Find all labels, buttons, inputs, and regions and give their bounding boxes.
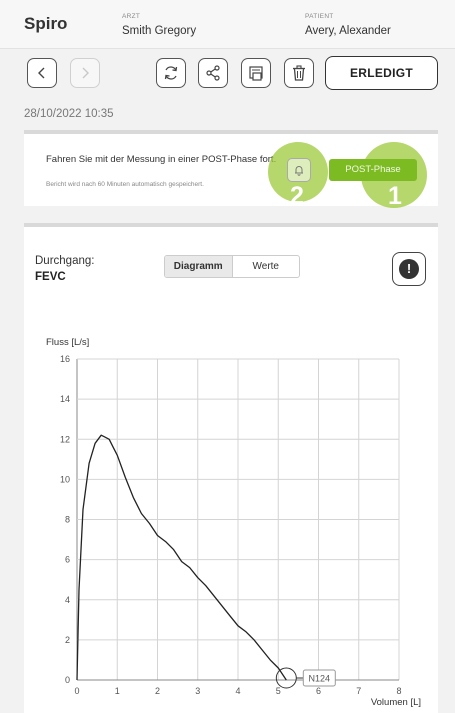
y-tick-label: 12	[60, 434, 70, 444]
x-tick-label: 5	[276, 686, 281, 696]
doctor-label: ARZT	[122, 13, 141, 20]
autosave-note: Bericht wird nach 60 Minuten automatisch…	[46, 181, 204, 188]
y-tick-label: 0	[65, 675, 70, 685]
y-tick-label: 8	[65, 515, 70, 525]
x-tick-label: 4	[235, 686, 240, 696]
print-button[interactable]	[241, 58, 271, 88]
callout-number-1: 1	[388, 182, 402, 210]
app-header: Spiro ARZT Smith Gregory PATIENT Avery, …	[0, 0, 455, 49]
y-tick-label: 6	[65, 555, 70, 565]
refresh-button[interactable]	[156, 58, 186, 88]
trash-icon	[293, 65, 305, 81]
callout-number-2: 2	[290, 182, 304, 210]
flow-volume-curve	[76, 434, 287, 681]
notify-button[interactable]	[287, 158, 311, 182]
forward-button[interactable]	[70, 58, 100, 88]
x-axis-title: Volumen [L]	[371, 697, 421, 708]
chevron-right-icon	[82, 67, 89, 79]
x-tick-label: 8	[396, 686, 401, 696]
y-tick-label: 4	[65, 595, 70, 605]
share-button[interactable]	[198, 58, 228, 88]
bell-icon	[295, 166, 303, 176]
toolbar: ERLEDIGT	[0, 48, 455, 100]
end-marker-circle	[275, 667, 297, 689]
done-button[interactable]: ERLEDIGT	[325, 56, 438, 90]
refresh-icon	[164, 66, 178, 80]
x-tick-label: 3	[195, 686, 200, 696]
session-datetime: 28/10/2022 10:35	[24, 108, 114, 120]
share-icon	[206, 65, 220, 81]
chevron-left-icon	[38, 67, 45, 79]
doctor-name: Smith Gregory	[122, 25, 197, 37]
flow-volume-chart: Fluss [L/s] Volumen [L] 0 1 2 3 4 5 6 7 80246810…	[46, 337, 421, 708]
post-phase-message: Fahren Sie mit der Messung in einer POST…	[46, 154, 277, 165]
y-axis-title: Fluss [L/s]	[46, 337, 89, 348]
app-title: Spiro	[24, 14, 68, 33]
x-tick-label: 6	[316, 686, 321, 696]
back-button[interactable]	[27, 58, 57, 88]
y-tick-label: 10	[60, 474, 70, 484]
patient-name: Avery, Alexander	[305, 25, 391, 37]
y-tick-label: 14	[60, 394, 70, 404]
x-tick-label: 0	[74, 686, 79, 696]
x-tick-label: 1	[115, 686, 120, 696]
post-phase-button[interactable]: POST-Phase	[329, 159, 417, 181]
x-tick-label: 2	[155, 686, 160, 696]
post-phase-card: Fahren Sie mit der Messung in einer POST…	[24, 130, 438, 210]
patient-label: PATIENT	[305, 13, 334, 20]
y-tick-label: 2	[65, 635, 70, 645]
delete-button[interactable]	[284, 58, 314, 88]
print-icon	[249, 66, 263, 81]
x-tick-label: 7	[356, 686, 361, 696]
end-marker-label: N124	[309, 674, 331, 684]
trial-card: Durchgang: FEVC Diagramm Werte ! Fluss […	[24, 223, 438, 713]
y-tick-label: 16	[60, 354, 70, 364]
